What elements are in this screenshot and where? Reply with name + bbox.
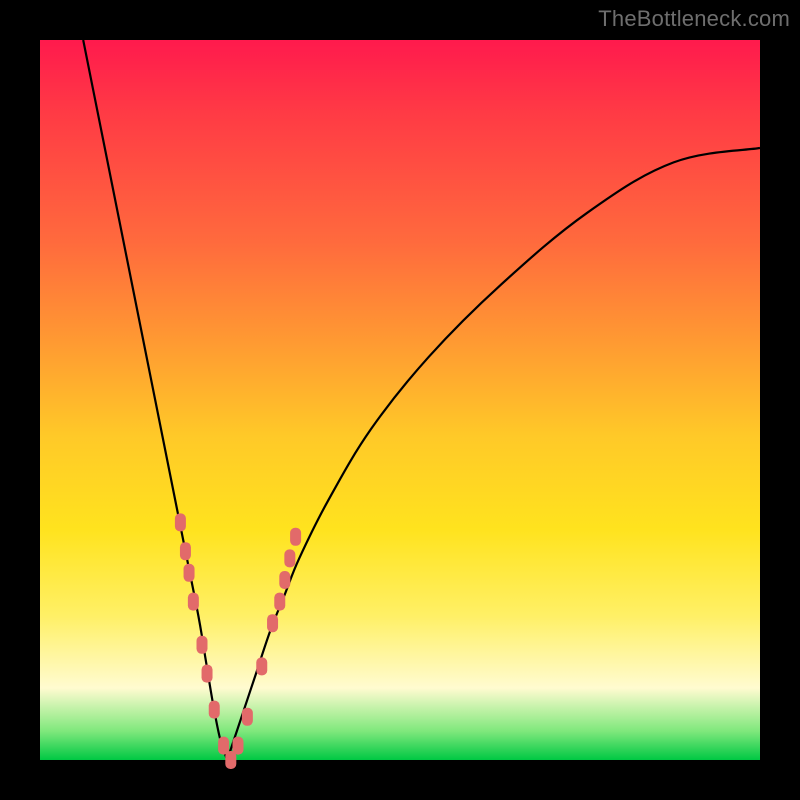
chart-frame: TheBottleneck.com: [0, 0, 800, 800]
data-marker: [267, 614, 278, 632]
data-marker: [290, 528, 301, 546]
chart-svg: [40, 40, 760, 760]
data-marker: [180, 542, 191, 560]
watermark-text: TheBottleneck.com: [598, 6, 790, 32]
data-marker: [209, 701, 220, 719]
data-marker: [202, 665, 213, 683]
data-marker: [188, 593, 199, 611]
data-marker: [274, 593, 285, 611]
data-marker: [184, 564, 195, 582]
data-marker: [175, 513, 186, 531]
curve-right-branch: [227, 148, 760, 760]
data-marker: [197, 636, 208, 654]
data-marker: [256, 657, 267, 675]
data-marker: [284, 549, 295, 567]
data-marker: [279, 571, 290, 589]
data-marker: [233, 737, 244, 755]
data-marker: [242, 708, 253, 726]
